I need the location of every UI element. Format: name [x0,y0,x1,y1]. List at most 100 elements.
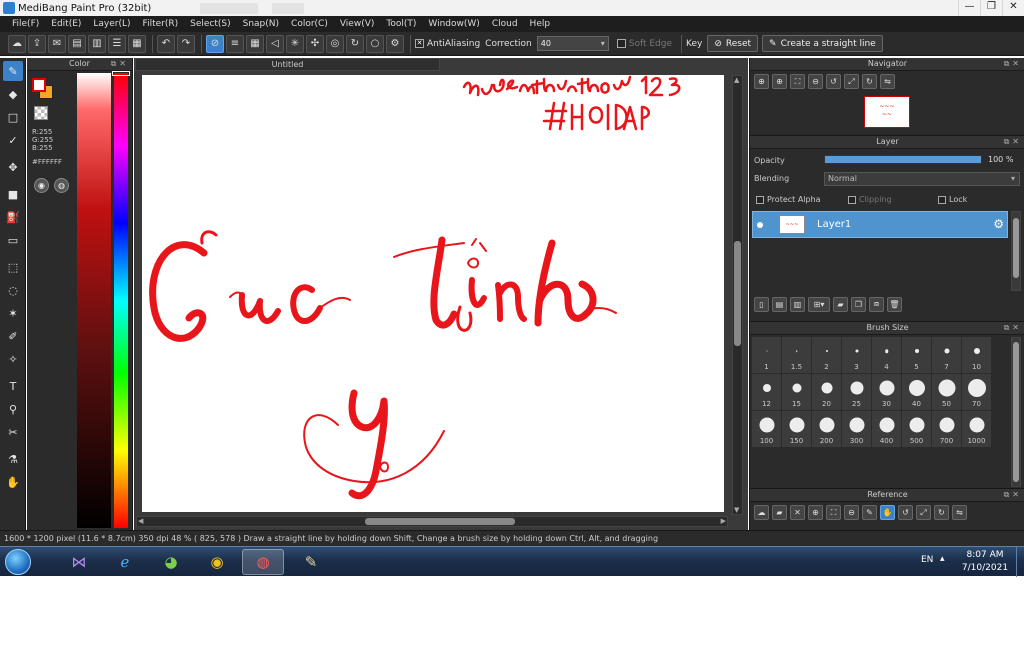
panel-options-icon[interactable]: ⧉✕ [111,58,129,70]
lasso-tool-icon[interactable]: ◌ [3,280,23,300]
palette-icon[interactable]: ◉ [34,178,49,193]
brush-scroll-thumb[interactable] [1013,342,1019,482]
brush-size-40[interactable]: 40 [902,374,931,410]
rectangle-tool-icon[interactable]: □ [3,107,23,127]
lock-checkbox[interactable] [938,195,946,204]
menu-snap[interactable]: Snap(N) [237,16,285,32]
eyedropper-tool-icon[interactable]: ⚗ [3,449,23,469]
text-tool-icon[interactable]: T [3,376,23,396]
new-halftone-layer-icon[interactable]: ▤ [772,296,787,312]
notification-flag-icon[interactable]: ▴ [940,554,950,566]
chrome-icon[interactable]: ◉ [196,549,238,575]
brush-size-50[interactable]: 50 [932,374,961,410]
select-eraser-tool-icon[interactable]: ✧ [3,349,23,369]
snap-off-icon[interactable]: ⊘ [206,34,224,53]
brush-size-scrollbar[interactable] [1011,337,1021,487]
visibility-eye-icon[interactable] [757,221,763,228]
brush-size-12[interactable]: 12 [752,374,781,410]
paint-icon[interactable]: ✎ [290,549,332,575]
cloud-icon[interactable]: ☁ [8,34,26,53]
vertical-scroll-thumb[interactable] [734,241,741,346]
operation-tool-icon[interactable]: ⚲ [3,399,23,419]
fit-window-icon[interactable]: ⤢ [916,505,931,520]
circle-snap-icon[interactable]: ○ [366,34,384,53]
divide-tool-icon[interactable]: ✂ [3,422,23,442]
menu-cloud[interactable]: Cloud [486,16,524,32]
menu-help[interactable]: Help [524,16,557,32]
brush-size-25[interactable]: 25 [842,374,871,410]
magic-wand-tool-icon[interactable]: ✶ [3,303,23,323]
antialiasing-checkbox[interactable]: ✕ [415,39,424,48]
menu-tool[interactable]: Tool(T) [380,16,422,32]
brush-size-5[interactable]: 5 [902,337,931,373]
hand-tool-icon[interactable]: ✋ [3,472,23,492]
scroll-up-arrow-icon[interactable]: ▲ [734,76,739,84]
rotate-icon[interactable]: ↺ [826,74,841,89]
medibang-taskbar-icon[interactable]: ◍ [242,549,284,575]
bucket-tool-icon[interactable]: ⛽ [3,207,23,227]
vanishing-snap-icon[interactable]: ◁ [266,34,284,53]
create-straight-line-button[interactable]: ✎ Create a straight line [762,35,883,52]
clipping-option[interactable]: Clipping [848,195,892,204]
layer-list-scrollbar[interactable] [1011,211,1021,291]
open-folder-icon[interactable]: ▰ [772,505,787,520]
rotate-left-icon[interactable]: ↺ [898,505,913,520]
radial-snap-icon[interactable]: ✳ [286,34,304,53]
select-tool-icon[interactable]: ⬚ [3,257,23,277]
curve-snap-icon[interactable]: ↻ [346,34,364,53]
transparent-color-swatch[interactable] [34,106,48,120]
input-language[interactable]: EN [921,555,933,565]
fit-window-icon[interactable]: ⤢ [844,74,859,89]
visual-studio-icon[interactable]: ⋈ [58,549,100,575]
brush-size-70[interactable]: 70 [962,374,991,410]
color-wheel-icon[interactable]: ◍ [54,178,69,193]
grid-snap-icon[interactable]: ▦ [246,34,264,53]
zoom-out-icon[interactable]: ⊖ [844,505,859,520]
brush-size-1.5[interactable]: 1.5 [782,337,811,373]
brush-size-100[interactable]: 100 [752,411,781,447]
brush-size-400[interactable]: 400 [872,411,901,447]
brush-tool-icon[interactable]: ✎ [3,61,23,81]
lock-option[interactable]: Lock [938,195,967,204]
brush-size-150[interactable]: 150 [782,411,811,447]
cloud-upload-icon[interactable]: ☁ [754,505,769,520]
page-icon[interactable]: ▥ [88,34,106,53]
zoom-in-icon[interactable]: ⊕ [808,505,823,520]
panel-options-icon[interactable]: ⧉✕ [1004,136,1022,148]
document-tab[interactable]: Untitled [135,58,440,71]
brush-size-700[interactable]: 700 [932,411,961,447]
reset-button[interactable]: ⊘ Reset [707,35,759,52]
hue-slider[interactable] [114,73,128,528]
layer-settings-gear-icon[interactable]: ⚙ [993,217,1004,231]
brush-size-500[interactable]: 500 [902,411,931,447]
brush-size-300[interactable]: 300 [842,411,871,447]
brush-size-7[interactable]: 7 [932,337,961,373]
new-layer-icon[interactable]: ▯ [754,296,769,312]
opacity-slider[interactable] [824,155,982,164]
chat-icon[interactable]: ▤ [68,34,86,53]
snap-settings-icon[interactable]: ⚙ [386,34,404,53]
hue-slider-handle[interactable] [112,71,130,76]
flip-icon[interactable]: ⇋ [880,74,895,89]
protect-alpha-option[interactable]: Protect Alpha [756,195,821,204]
saturation-value-field[interactable] [77,73,111,528]
comment-icon[interactable]: ✉ [48,34,66,53]
brush-size-200[interactable]: 200 [812,411,841,447]
fit-screen-icon[interactable]: ⛶ [790,74,805,89]
brush-size-4[interactable]: 4 [872,337,901,373]
cross-snap-icon[interactable]: ✣ [306,34,324,53]
eraser-tool-icon[interactable]: ◆ [3,84,23,104]
select-pen-tool-icon[interactable]: ✐ [3,326,23,346]
brush-size-10[interactable]: 10 [962,337,991,373]
scroll-down-arrow-icon[interactable]: ▼ [734,506,739,514]
flip-icon[interactable]: ⇋ [952,505,967,520]
blending-mode-select[interactable]: Normal [824,172,1020,186]
coc-coc-browser-icon[interactable]: ◕ [150,549,192,575]
minimize-button[interactable]: — [958,0,980,16]
fit-screen-icon[interactable]: ⛶ [826,505,841,520]
hand-icon[interactable]: ✋ [880,505,895,520]
protect-alpha-checkbox[interactable] [756,195,764,204]
brush-size-1000[interactable]: 1000 [962,411,991,447]
start-button[interactable] [5,549,31,575]
panel-options-icon[interactable]: ⧉✕ [1004,58,1022,70]
